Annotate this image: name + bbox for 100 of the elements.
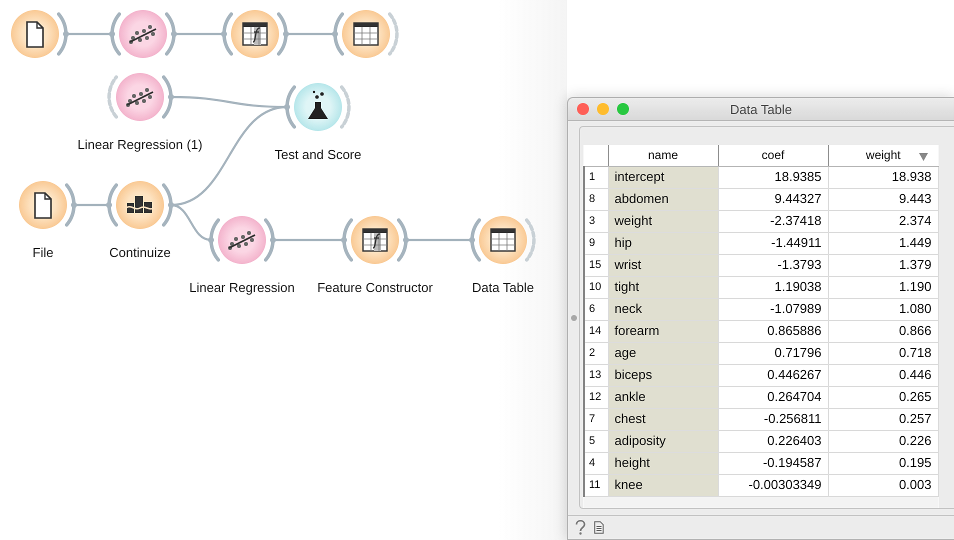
- table-cell: weight: [608, 210, 718, 232]
- table-cell: -1.44911: [718, 232, 828, 254]
- link-line: [273, 238, 344, 242]
- table-cell: -0.194587: [718, 452, 828, 474]
- table-cell: forearm: [608, 320, 718, 342]
- link-line: [286, 32, 335, 36]
- node-label: Linear Regression: [189, 280, 295, 295]
- row-number: 10: [584, 276, 608, 298]
- table-cell: 9.44327: [718, 188, 828, 210]
- bar-chart-node[interactable]: [116, 181, 164, 229]
- table-cell: -1.07989: [718, 298, 828, 320]
- input-port[interactable]: [221, 12, 234, 56]
- table-cell: 1.080: [828, 298, 938, 320]
- row-number: 4: [584, 452, 608, 474]
- table-cell: 0.446267: [718, 364, 828, 386]
- table-cell: wrist: [608, 254, 718, 276]
- link-line: [174, 32, 224, 36]
- formula-table-node[interactable]: [231, 10, 279, 58]
- table-cell: 0.865886: [718, 320, 828, 342]
- window-title: Data Table: [730, 101, 792, 119]
- table-cell: 0.446: [828, 364, 938, 386]
- column-label: name: [648, 147, 678, 164]
- table-cell: abdomen: [608, 188, 718, 210]
- row-number: 2: [584, 342, 608, 364]
- row-number: 7: [584, 408, 608, 430]
- node-label: Linear Regression (1): [78, 137, 202, 152]
- table-cell: 0.264704: [718, 386, 828, 408]
- table-cell: adiposity: [608, 430, 718, 452]
- document-node[interactable]: [19, 181, 67, 229]
- minimize-button[interactable]: [597, 103, 609, 115]
- node-label: File: [32, 245, 54, 260]
- table-cell: neck: [608, 298, 718, 320]
- input-port[interactable]: [208, 218, 220, 262]
- column-label: weight: [866, 147, 901, 164]
- node-label: Data Table: [472, 280, 534, 295]
- table-cell: ankle: [608, 386, 718, 408]
- row-number: 14: [584, 320, 608, 342]
- table-cell: -2.37418: [718, 210, 828, 232]
- flask-node[interactable]: [294, 83, 342, 131]
- document-node[interactable]: [11, 10, 59, 58]
- splitter-handle[interactable]: [570, 315, 576, 321]
- node-label: Test and Score: [274, 147, 362, 162]
- link-line: [66, 32, 112, 36]
- table-cell: chest: [608, 408, 718, 430]
- row-number: 8: [584, 188, 608, 210]
- node-label: Continuize: [109, 245, 171, 260]
- input-port[interactable]: [109, 12, 122, 56]
- table-cell: 0.226403: [718, 430, 828, 452]
- row-number: 13: [584, 364, 608, 386]
- table-cell: 0.257: [828, 408, 938, 430]
- help-icon[interactable]: [575, 520, 586, 535]
- table-cell: hip: [608, 232, 718, 254]
- link-line: [74, 204, 109, 206]
- row-number: 15: [584, 254, 608, 276]
- row-number: 5: [584, 430, 608, 452]
- link-line: [406, 238, 472, 242]
- table-cell: height: [608, 452, 718, 474]
- row-number: 11: [584, 474, 608, 496]
- table-node[interactable]: [479, 216, 527, 264]
- table-cell: 2.374: [828, 210, 938, 232]
- report-icon[interactable]: [594, 521, 604, 534]
- row-number: 1: [584, 166, 608, 188]
- table-cell: -1.3793: [718, 254, 828, 276]
- table-cell: 1.190: [828, 276, 938, 298]
- input-port[interactable]: [469, 218, 482, 262]
- column-header[interactable]: name: [608, 145, 718, 166]
- table-node[interactable]: [342, 10, 390, 58]
- column-header[interactable]: weight: [828, 145, 938, 166]
- table-cell: 0.003: [828, 474, 938, 496]
- table-cell: 0.71796: [718, 342, 828, 364]
- column-header[interactable]: coef: [718, 145, 828, 166]
- table-cell: 9.443: [828, 188, 938, 210]
- regression-node[interactable]: [119, 10, 167, 58]
- row-number: 3: [584, 210, 608, 232]
- table-cell: tight: [608, 276, 718, 298]
- regression-node[interactable]: [218, 216, 266, 264]
- input-port[interactable]: [107, 75, 118, 119]
- input-port[interactable]: [284, 85, 296, 129]
- table-cell: 1.449: [828, 232, 938, 254]
- table-cell: 0.718: [828, 342, 938, 364]
- table-cell: 1.19038: [718, 276, 828, 298]
- table-cell: 0.265: [828, 386, 938, 408]
- table-cell: 1.379: [828, 254, 938, 276]
- row-number: 12: [584, 386, 608, 408]
- zoom-button[interactable]: [617, 103, 629, 115]
- input-port[interactable]: [332, 12, 344, 56]
- table-cell: 0.226: [828, 430, 938, 452]
- table-cell: 0.866: [828, 320, 938, 342]
- table-cell: knee: [608, 474, 718, 496]
- table-cell: 0.195: [828, 452, 938, 474]
- node-label: Feature Constructor: [317, 280, 433, 295]
- row-number: 6: [584, 298, 608, 320]
- input-port[interactable]: [106, 183, 118, 227]
- regression-node[interactable]: [116, 73, 164, 121]
- table-cell: -0.00303349: [718, 474, 828, 496]
- table-cell: -0.256811: [718, 408, 828, 430]
- table-cell: age: [608, 342, 718, 364]
- close-button[interactable]: [577, 103, 589, 115]
- input-port[interactable]: [341, 218, 354, 262]
- formula-table-node[interactable]: [351, 216, 399, 264]
